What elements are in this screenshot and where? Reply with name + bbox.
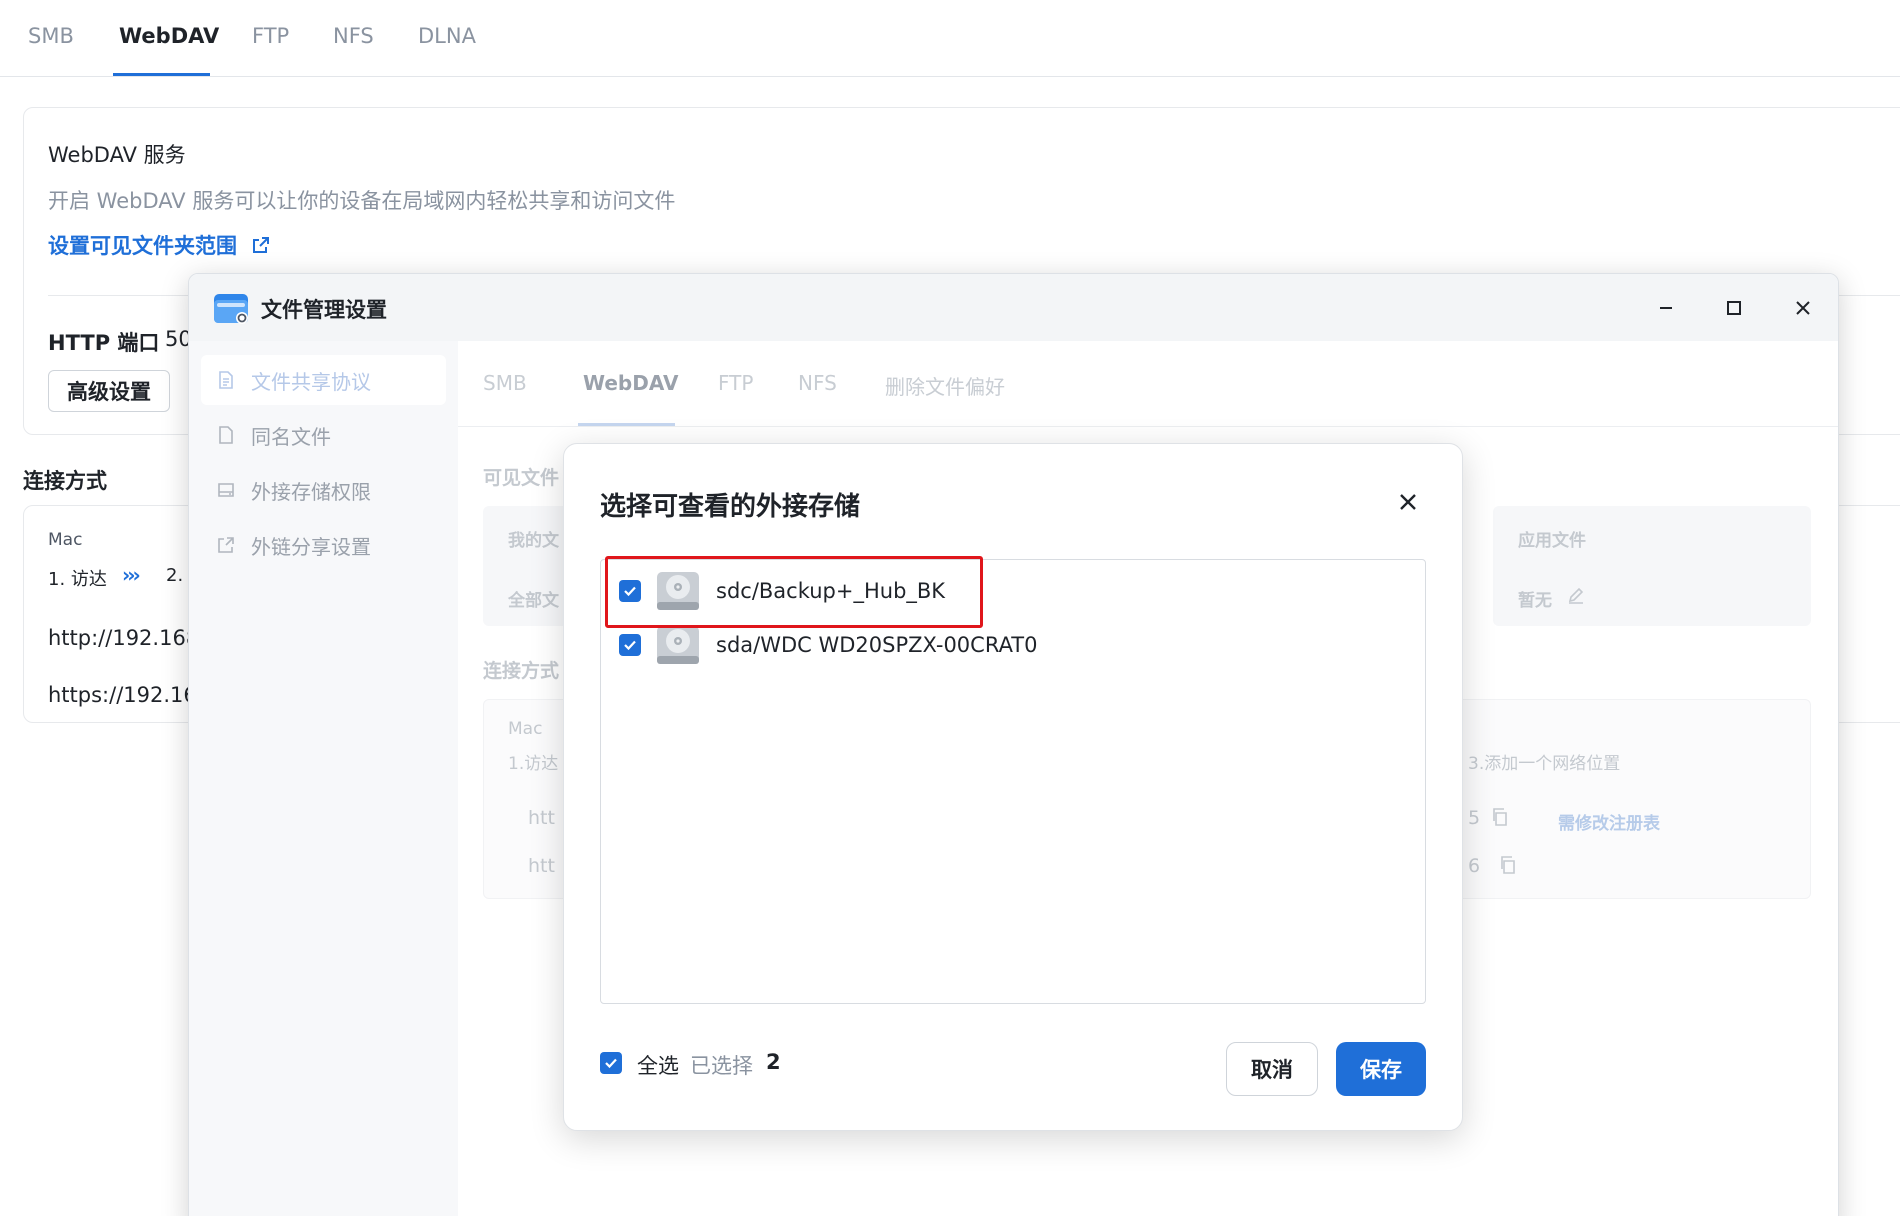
tab-smb[interactable]: SMB — [28, 24, 74, 48]
sidebar-item-label: 同名文件 — [251, 424, 331, 449]
http-port-label: HTTP 端口 — [48, 331, 160, 355]
app-files-header: 应用文件 — [1518, 531, 1586, 551]
close-icon[interactable] — [1787, 292, 1819, 324]
mac-label: Mac — [48, 530, 83, 550]
advanced-settings-button[interactable]: 高级设置 — [48, 370, 170, 412]
app-files-value: 暂无 — [1518, 591, 1552, 611]
sidebar-item-label: 外链分享设置 — [251, 534, 371, 559]
edit-icon[interactable] — [1566, 585, 1586, 605]
top-tab-bar: SMB WebDAV FTP NFS DLNA — [0, 0, 1900, 77]
share-icon — [215, 534, 237, 556]
drive-icon — [215, 479, 237, 501]
chevrons-right-icon: ››› — [122, 563, 141, 587]
https-url: https://192.168 — [48, 683, 211, 707]
my-files-header: 我的文 — [508, 531, 559, 551]
connection-method-label: 连接方式 — [483, 660, 560, 682]
mac-label: Mac — [508, 719, 543, 739]
sidebar-item-link-share-settings[interactable]: 外链分享设置 — [201, 520, 446, 570]
protocol-tab-bar: SMB WebDAV FTP NFS 删除文件偏好 — [458, 341, 1838, 427]
inner-tab-smb[interactable]: SMB — [483, 371, 527, 395]
dialog-title: 选择可查看的外接存储 — [600, 492, 861, 522]
http-url: http://192.168. — [48, 626, 206, 650]
sidebar-item-same-name-files[interactable]: 同名文件 — [201, 410, 446, 460]
inner-active-tab-indicator — [578, 423, 675, 426]
settings-sidebar: 文件共享协议 同名文件 外接存储权限 外链分享设置 — [189, 341, 458, 1216]
sidebar-item-file-sharing-protocol[interactable]: 文件共享协议 — [201, 355, 446, 405]
tab-dlna[interactable]: DLNA — [418, 24, 476, 48]
sidebar-item-label: 外接存储权限 — [251, 479, 371, 504]
service-description: 开启 WebDAV 服务可以让你的设备在局域网内轻松共享和访问文件 — [48, 189, 676, 213]
save-button[interactable]: 保存 — [1336, 1042, 1426, 1096]
folder-settings-icon — [214, 294, 248, 324]
storage-label: sda/WDC WD20SPZX-00CRAT0 — [716, 633, 1038, 657]
url-a: htt — [528, 807, 555, 829]
copy-icon[interactable] — [1490, 807, 1510, 827]
maximize-icon[interactable] — [1718, 292, 1750, 324]
select-all-label[interactable]: 全选 — [637, 1050, 679, 1080]
port-a: 5 — [1468, 807, 1481, 829]
visible-range-link[interactable]: 设置可见文件夹范围 — [48, 230, 271, 260]
file-icon — [215, 424, 237, 446]
tab-ftp[interactable]: FTP — [252, 24, 289, 48]
select-all-checkbox[interactable] — [600, 1052, 622, 1074]
inner-tab-delete-file-preference[interactable]: 删除文件偏好 — [885, 371, 1005, 400]
port-b: 6 — [1468, 855, 1481, 877]
highlight-annotation — [605, 556, 983, 628]
add-network-location-step: 3.添加一个网络位置 — [1468, 754, 1621, 774]
selected-count: 2 — [766, 1050, 781, 1074]
close-icon[interactable] — [1390, 484, 1426, 520]
inner-tab-ftp[interactable]: FTP — [718, 371, 753, 395]
document-icon — [215, 369, 237, 391]
all-files-value: 全部文 — [508, 591, 559, 611]
tab-webdav[interactable]: WebDAV — [119, 24, 219, 48]
step-2: 2. — [166, 565, 184, 586]
cancel-button[interactable]: 取消 — [1226, 1042, 1318, 1096]
sidebar-item-external-storage-permissions[interactable]: 外接存储权限 — [201, 465, 446, 515]
select-external-storage-dialog: 选择可查看的外接存储 sdc/Backup+_Hub_BK sda/WDC WD… — [563, 443, 1463, 1131]
modify-registry-link[interactable]: 需修改注册表 — [1558, 809, 1660, 834]
selected-label: 已选择 — [690, 1054, 753, 1078]
window-title: 文件管理设置 — [261, 298, 387, 322]
inner-tab-nfs[interactable]: NFS — [798, 371, 837, 395]
inner-tab-webdav[interactable]: WebDAV — [583, 371, 678, 395]
step-text: 1.访达 — [508, 754, 559, 774]
visible-range-link-label: 设置可见文件夹范围 — [48, 234, 237, 258]
url-b: htt — [528, 855, 555, 877]
service-title: WebDAV 服务 — [48, 143, 186, 167]
connection-title: 连接方式 — [23, 469, 107, 493]
copy-icon[interactable] — [1498, 855, 1518, 875]
step-1: 1. 访达 — [48, 569, 107, 590]
hard-disk-icon — [657, 626, 699, 664]
tab-nfs[interactable]: NFS — [333, 24, 374, 48]
sidebar-item-label: 文件共享协议 — [251, 369, 371, 394]
minimize-icon[interactable] — [1650, 292, 1682, 324]
external-link-icon — [253, 237, 269, 253]
storage-checkbox[interactable] — [619, 634, 641, 656]
visible-files-label: 可见文件 — [483, 467, 560, 489]
active-tab-indicator — [113, 73, 210, 76]
window-titlebar: 文件管理设置 — [189, 274, 1838, 341]
